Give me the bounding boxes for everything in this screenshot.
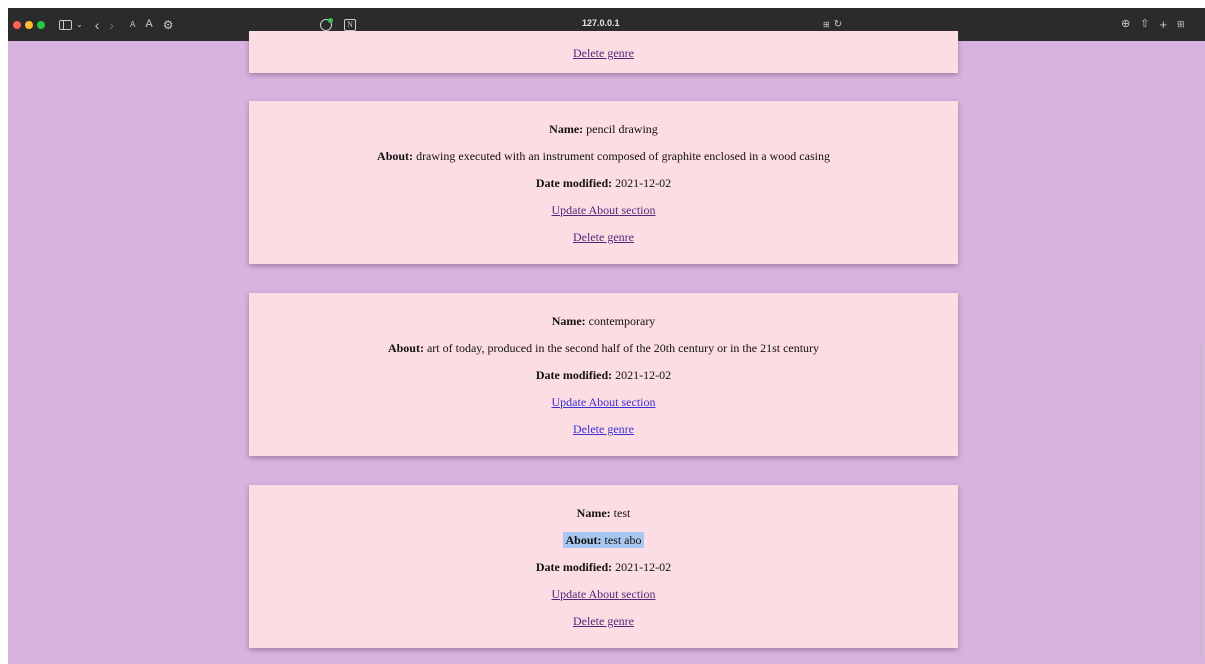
genre-name: Name: test [249, 505, 958, 521]
text-smaller-icon[interactable]: A [130, 20, 135, 29]
date-modified-value: 2021-12-02 [615, 560, 672, 574]
name-value: contemporary [588, 314, 656, 328]
about-value: art of today, produced in the second hal… [426, 341, 820, 355]
delete-genre-link[interactable]: Delete genre [573, 230, 634, 244]
date-modified-label: Date modified: [535, 560, 613, 574]
genre-date-modified: Date modified: 2021-12-02 [249, 175, 958, 191]
update-about-link[interactable]: Update About section [552, 203, 656, 217]
delete-genre-link[interactable]: Delete genre [573, 422, 634, 436]
share-icon[interactable]: ⇧ [1140, 19, 1149, 30]
about-label: About: [377, 149, 414, 163]
update-about-link[interactable]: Update About section [552, 395, 656, 409]
about-value: drawing executed with an instrument comp… [416, 149, 830, 163]
back-icon[interactable]: ‹ [95, 18, 100, 32]
delete-genre-link[interactable]: Delete genre [573, 46, 634, 60]
about-label: About: [387, 341, 424, 355]
extension-icon[interactable] [320, 17, 333, 31]
genre-list-page: Delete genre Name: pencil drawing About:… [8, 31, 1205, 664]
genre-card: Name: test About: test abo Date modified… [249, 485, 958, 648]
date-modified-value: 2021-12-02 [615, 368, 672, 382]
minimize-window-button[interactable] [25, 20, 33, 29]
name-label: Name: [551, 314, 586, 328]
genre-date-modified: Date modified: 2021-12-02 [249, 559, 958, 575]
genre-about: About: art of today, produced in the sec… [249, 340, 958, 356]
name-label: Name: [576, 506, 611, 520]
browser-window: ⌄ ‹ › A A ⚙ N 127.0.0.1 ⊞ ↻ ⊕ ⇧ + ⊞ Dele… [8, 8, 1205, 664]
download-icon[interactable]: ⊕ [1121, 19, 1130, 30]
reload-icon[interactable]: ↻ [834, 19, 842, 30]
new-tab-icon[interactable]: + [1159, 18, 1167, 31]
close-window-button[interactable] [13, 20, 21, 29]
name-label: Name: [549, 122, 584, 136]
chevron-down-icon[interactable]: ⌄ [76, 20, 83, 29]
genre-card: Name: pencil drawing About: drawing exec… [249, 101, 958, 264]
text-larger-icon[interactable]: A [145, 19, 152, 30]
about-label: About: [565, 533, 602, 547]
name-value: test [613, 506, 631, 520]
settings-icon[interactable]: ⚙ [163, 19, 174, 31]
tab-overview-icon[interactable]: ⊞ [1177, 20, 1185, 29]
address-bar[interactable]: 127.0.0.1 [582, 18, 620, 28]
update-about-link[interactable]: Update About section [552, 587, 656, 601]
zoom-window-button[interactable] [37, 20, 45, 29]
genre-name: Name: contemporary [249, 313, 958, 329]
name-value: pencil drawing [586, 122, 658, 136]
selected-text: About: test abo [563, 532, 644, 548]
genre-card: Delete genre [249, 31, 958, 73]
sidebar-icon[interactable] [59, 19, 72, 30]
delete-genre-link[interactable]: Delete genre [573, 614, 634, 628]
genre-about: About: test abo [249, 532, 958, 548]
translate-icon[interactable]: ⊞ [823, 20, 830, 29]
date-modified-label: Date modified: [535, 176, 613, 190]
date-modified-label: Date modified: [535, 368, 613, 382]
scrollbar[interactable] [1200, 341, 1201, 661]
forward-icon[interactable]: › [109, 18, 114, 32]
notion-icon[interactable]: N [344, 18, 356, 31]
about-value: test abo [604, 533, 642, 547]
date-modified-value: 2021-12-02 [615, 176, 672, 190]
genre-name: Name: pencil drawing [249, 121, 958, 137]
genre-date-modified: Date modified: 2021-12-02 [249, 367, 958, 383]
genre-card: Name: contemporary About: art of today, … [249, 293, 958, 456]
genre-about: About: drawing executed with an instrume… [249, 148, 958, 164]
